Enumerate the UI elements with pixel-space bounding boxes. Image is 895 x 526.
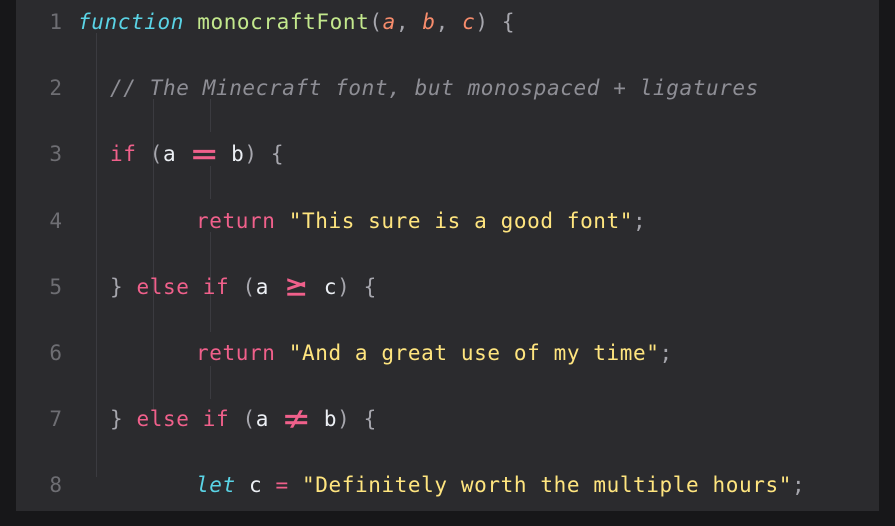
line-number: 6 <box>49 340 62 365</box>
token-close-brace: } <box>110 274 137 299</box>
token-string: "This sure is a good font" <box>288 208 634 233</box>
code-line[interactable]: 4 return "This sure is a good font"; <box>16 205 879 238</box>
line-content: } else if (a b) { <box>110 403 377 436</box>
token-open-paren: ( <box>229 407 256 432</box>
code-line[interactable]: 1 function monocraftFont(a, b, c) { <box>16 6 879 39</box>
line-content: function monocraftFont(a, b, c) { <box>78 6 515 39</box>
token-keyword-return: return <box>196 208 276 233</box>
token-keyword-if: if <box>202 407 230 432</box>
code-line[interactable]: 8 let c = "Definitely worth the multiple… <box>16 469 879 502</box>
token-close-paren: ) <box>475 10 489 34</box>
code-line[interactable]: 6 return "And a great use of my time"; <box>16 337 879 370</box>
line-number: 5 <box>49 274 62 299</box>
line-content: if (a b) { <box>110 138 284 171</box>
line-content: return "This sure is a good font"; <box>196 205 646 238</box>
token-close-paren-brace: ) { <box>337 407 377 432</box>
line-number: 7 <box>49 407 62 432</box>
code-line[interactable]: 3 if (a b) { <box>16 138 879 171</box>
code-line[interactable]: 7 } else if (a b) { <box>16 403 879 436</box>
line-content: } else if (a c) { <box>110 271 377 304</box>
line-content: let c = "Definitely worth the multiple h… <box>196 469 805 502</box>
line-content: return "And a great use of my time"; <box>196 337 673 370</box>
line-number: 3 <box>49 142 62 167</box>
ligature-not-equal <box>282 408 310 430</box>
token-close-brace: } <box>110 407 137 432</box>
token-var-a: a <box>163 142 177 167</box>
token-keyword-else: else <box>136 274 190 299</box>
token-comma-1: , <box>395 10 423 34</box>
token-semicolon: ; <box>791 473 806 498</box>
token-open-paren: ( <box>369 10 383 34</box>
ligature-greater-equal <box>282 276 310 298</box>
token-close-paren-brace: ) { <box>337 274 377 299</box>
token-keyword-if: if <box>202 274 230 299</box>
token-var-c: c <box>323 274 338 299</box>
token-var-b: b <box>231 142 245 167</box>
line-number: 2 <box>49 76 62 101</box>
token-keyword-else: else <box>136 407 190 432</box>
token-keyword-if: if <box>110 142 137 167</box>
token-string: "Definitely worth the multiple hours" <box>301 473 792 498</box>
token-function-name: monocraftFont <box>197 10 370 34</box>
code-line[interactable]: 2 // The Minecraft font, but monospaced … <box>16 72 879 105</box>
token-var-b: b <box>323 407 338 432</box>
token-semicolon: ; <box>633 208 647 233</box>
ligature-equals-equals <box>190 143 218 165</box>
token-close-paren-brace: ) { <box>244 142 285 167</box>
token-param-c: c <box>462 10 476 34</box>
line-content: // The Minecraft font, but monospaced + … <box>110 72 759 105</box>
token-keyword-let: let <box>196 473 236 498</box>
token-open-paren: ( <box>229 274 256 299</box>
code-line[interactable]: 5 } else if (a c) { <box>16 271 879 304</box>
token-param-b: b <box>422 10 436 34</box>
token-semicolon: ; <box>659 340 673 365</box>
token-var-a: a <box>255 407 269 432</box>
line-number: 4 <box>49 208 62 233</box>
code-editor-window: 1 function monocraftFont(a, b, c) { 2 //… <box>16 0 879 511</box>
indent-guide-level-3d <box>210 366 211 399</box>
line-number: 8 <box>49 473 62 498</box>
token-var-c: c <box>248 473 263 498</box>
token-open-paren: ( <box>136 142 163 167</box>
token-keyword-return: return <box>196 340 276 365</box>
token-var-a: a <box>255 274 269 299</box>
token-operator-assign: = <box>275 473 289 498</box>
line-number: 1 <box>49 10 62 34</box>
token-comma-2: , <box>435 10 463 34</box>
token-comment: // The Minecraft font, but monospaced + … <box>110 76 759 101</box>
token-string: "And a great use of my time" <box>288 340 660 365</box>
token-keyword-function: function <box>78 10 184 34</box>
code-area[interactable]: 1 function monocraftFont(a, b, c) { 2 //… <box>16 0 879 511</box>
token-open-brace: { <box>488 10 516 34</box>
token-param-a: a <box>382 10 396 34</box>
